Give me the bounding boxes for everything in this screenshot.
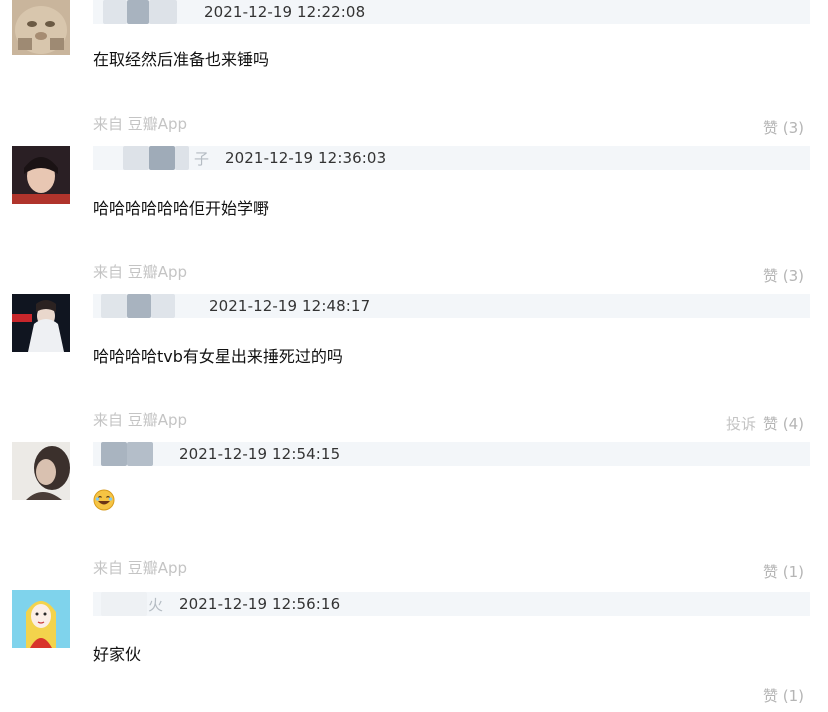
username-redacted[interactable] bbox=[127, 0, 149, 24]
comment-text: 好家伙 bbox=[93, 645, 142, 664]
comment-text: 哈哈哈哈tvb有女星出来捶死过的吗 bbox=[93, 347, 343, 366]
username-redacted[interactable] bbox=[151, 294, 175, 318]
laughing-emoji-icon bbox=[93, 489, 115, 511]
comment-time: 2021-12-19 12:56:16 bbox=[179, 595, 341, 613]
comment-meta-bar: 2021-12-19 12:48:17 bbox=[93, 294, 810, 318]
username-redacted[interactable] bbox=[103, 0, 127, 24]
comment-time: 2021-12-19 12:22:08 bbox=[204, 3, 366, 21]
comment-time: 2021-12-19 12:54:15 bbox=[179, 445, 341, 463]
like-button[interactable]: 赞 (3) bbox=[763, 117, 804, 138]
username-redacted[interactable] bbox=[101, 294, 127, 318]
comment-time: 2021-12-19 12:36:03 bbox=[225, 149, 387, 167]
username-redacted[interactable] bbox=[149, 146, 175, 170]
like-button[interactable]: 赞 (3) bbox=[763, 265, 804, 286]
comment-meta-bar: 子 2021-12-19 12:36:03 bbox=[93, 146, 810, 170]
comment-meta-bar: 2021-12-19 12:22:08 bbox=[93, 0, 810, 24]
comment-source: 来自 豆瓣App bbox=[93, 263, 188, 281]
bride-avatar[interactable] bbox=[12, 294, 70, 352]
username-redacted[interactable] bbox=[149, 0, 177, 24]
comment-text: 在取经然后准备也来锤吗 bbox=[93, 50, 270, 69]
comment-source: 来自 豆瓣App bbox=[93, 115, 188, 133]
username-redacted[interactable] bbox=[101, 592, 147, 616]
cartoon-avatar[interactable] bbox=[12, 590, 70, 648]
comment-meta-bar: 2021-12-19 12:54:15 bbox=[93, 442, 810, 466]
username-redacted[interactable] bbox=[175, 146, 189, 170]
report-button[interactable]: 投诉 bbox=[726, 413, 756, 434]
comment-source: 来自 豆瓣App bbox=[93, 559, 188, 577]
username-fragment[interactable]: 子 bbox=[194, 148, 209, 169]
like-button[interactable]: 赞 (1) bbox=[763, 561, 804, 582]
username-fragment[interactable]: 火 bbox=[148, 594, 163, 615]
cat-avatar[interactable] bbox=[12, 0, 70, 55]
comment-text: 哈哈哈哈哈哈佢开始学嘢 bbox=[93, 199, 270, 218]
person-avatar[interactable] bbox=[12, 146, 70, 204]
comment-meta-bar: 火 2021-12-19 12:56:16 bbox=[93, 592, 810, 616]
profile-avatar[interactable] bbox=[12, 442, 70, 500]
like-button[interactable]: 赞 (4) bbox=[763, 413, 804, 434]
username-redacted[interactable] bbox=[123, 146, 149, 170]
comment-source: 来自 豆瓣App bbox=[93, 411, 188, 429]
username-redacted[interactable] bbox=[127, 294, 151, 318]
username-redacted[interactable] bbox=[127, 442, 153, 466]
username-redacted[interactable] bbox=[101, 442, 127, 466]
comment-time: 2021-12-19 12:48:17 bbox=[209, 297, 371, 315]
like-button[interactable]: 赞 (1) bbox=[763, 685, 804, 706]
